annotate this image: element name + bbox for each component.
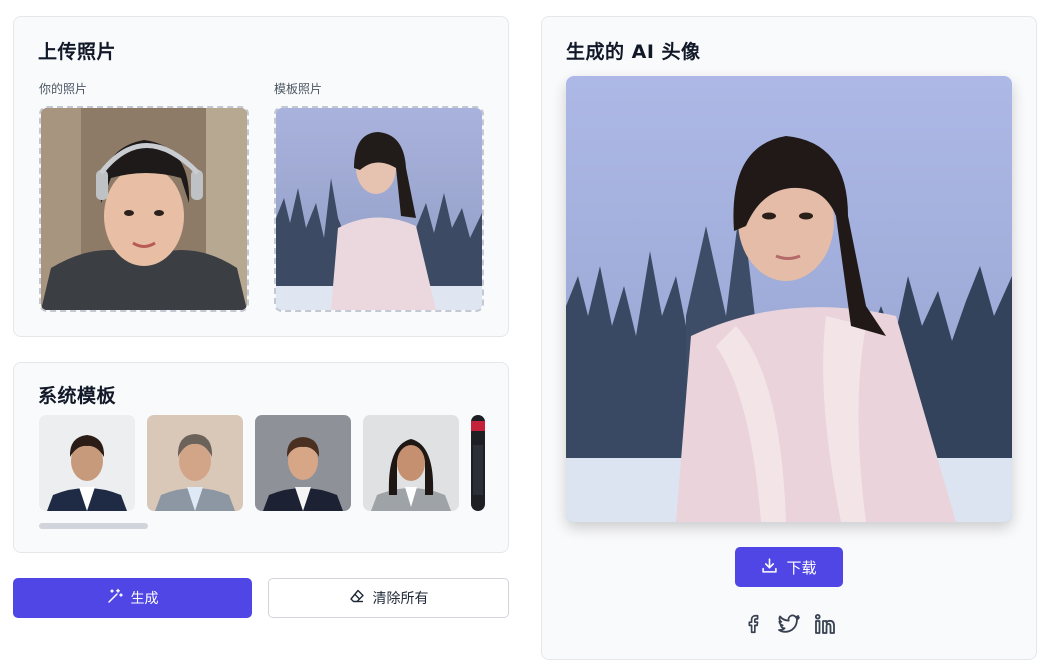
upload-card: 上传照片 你的照片 模板照片 (13, 16, 509, 337)
template-thumb-image (147, 415, 243, 511)
result-card: 生成的 AI 头像 下载 (541, 16, 1037, 660)
template-thumb[interactable] (363, 415, 459, 511)
magic-wand-icon (107, 588, 123, 608)
templates-card: 系统模板 (13, 362, 509, 553)
download-icon (761, 557, 778, 578)
generate-button-label: 生成 (130, 591, 159, 607)
templates-scrollbar[interactable] (39, 523, 479, 529)
template-thumb-image (39, 415, 135, 511)
template-thumb-image (471, 415, 485, 511)
template-thumb[interactable] (255, 415, 351, 511)
templates-scrollbar-thumb[interactable] (39, 523, 148, 529)
template-thumb[interactable] (39, 415, 135, 511)
templates-title: 系统模板 (38, 385, 117, 407)
template-thumb-image (255, 415, 351, 511)
linkedin-icon[interactable] (812, 611, 838, 637)
template-photo-dropzone[interactable] (274, 106, 484, 312)
generated-avatar-image (566, 76, 1012, 522)
template-thumb[interactable] (147, 415, 243, 511)
clear-all-button[interactable]: 清除所有 (268, 578, 509, 618)
upload-title: 上传照片 (38, 41, 117, 63)
template-photo-image (276, 108, 482, 310)
result-title: 生成的 AI 头像 (566, 41, 701, 63)
your-photo-label: 你的照片 (39, 82, 88, 96)
template-thumb[interactable] (471, 415, 485, 511)
your-photo-image (41, 108, 247, 310)
download-button-label: 下载 (786, 558, 817, 577)
template-photo-label: 模板照片 (274, 82, 323, 96)
template-thumb-image (363, 415, 459, 511)
twitter-icon[interactable] (776, 611, 802, 637)
your-photo-dropzone[interactable] (39, 106, 249, 312)
generated-avatar (566, 76, 1012, 522)
eraser-icon (349, 588, 365, 608)
facebook-icon[interactable] (740, 611, 766, 637)
download-button[interactable]: 下载 (735, 547, 843, 587)
generate-button[interactable]: 生成 (13, 578, 252, 618)
clear-all-button-label: 清除所有 (372, 591, 429, 607)
